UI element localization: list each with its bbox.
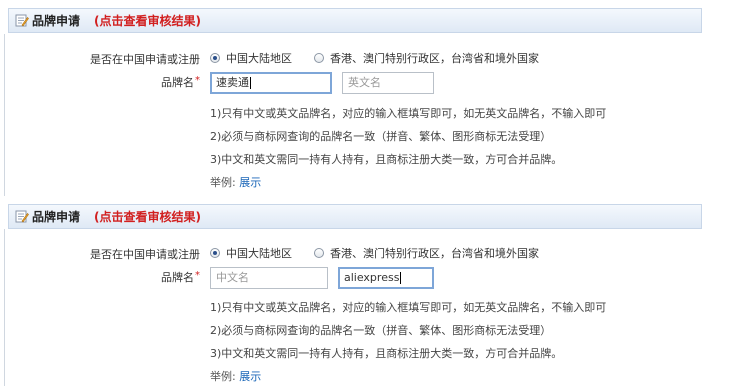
note-3: 3)中文和英文需同一持有人持有，且商标注册大类一致，方可合并品牌。 [210, 153, 563, 166]
radio-mainland-label: 中国大陆地区 [226, 52, 292, 65]
english-brand-input[interactable]: aliexpress [338, 267, 434, 289]
edit-document-icon [15, 14, 29, 27]
example-row: 举例: 展示 [210, 368, 261, 384]
radio-mainland-china[interactable] [210, 248, 220, 258]
chinese-brand-input[interactable]: 速卖通 [210, 72, 332, 94]
example-show-link[interactable]: 展示 [239, 176, 261, 189]
chinese-brand-value: 速卖通 [216, 76, 249, 89]
text-caret [250, 77, 251, 89]
english-brand-input[interactable]: 英文名 [342, 72, 434, 94]
brand-name-label: 品牌名* [60, 74, 200, 90]
chinese-brand-placeholder: 中文名 [216, 271, 249, 284]
example-label: 举例: [210, 176, 236, 189]
region-label: 是否在中国申请或注册 [90, 53, 200, 66]
brand-name-label-text: 品牌名 [161, 76, 194, 89]
radio-mainland-label: 中国大陆地区 [226, 247, 292, 260]
note-3: 3)中文和英文需同一持有人持有，且商标注册大类一致，方可合并品牌。 [210, 347, 563, 360]
radio-mainland-china[interactable] [210, 53, 220, 63]
panel-header: 品牌申请 (点击查看审核结果) [8, 204, 702, 229]
english-brand-placeholder: 英文名 [348, 76, 381, 89]
region-radio-group: 中国大陆地区 香港、澳门特别行政区，台湾省和境外国家 [210, 50, 561, 66]
panel-header: 品牌申请 (点击查看审核结果) [8, 8, 702, 33]
english-brand-value: aliexpress [344, 271, 400, 284]
brand-name-label-text: 品牌名 [161, 271, 194, 284]
panel-left-border [4, 229, 5, 386]
note-1: 1)只有中文或英文品牌名，对应的输入框填写即可，如无英文品牌名，不输入即可 [210, 301, 607, 314]
header-title: 品牌申请 [32, 210, 81, 224]
text-caret [400, 272, 402, 284]
example-show-link[interactable]: 展示 [239, 370, 261, 383]
chinese-brand-input[interactable]: 中文名 [210, 267, 328, 289]
radio-overseas-label: 香港、澳门特别行政区，台湾省和境外国家 [330, 247, 539, 260]
radio-overseas[interactable] [314, 248, 324, 258]
view-review-result-link[interactable]: (点击查看审核结果) [94, 208, 201, 225]
brand-name-label: 品牌名* [60, 269, 200, 285]
example-row: 举例: 展示 [210, 174, 261, 190]
radio-overseas-label: 香港、澳门特别行政区，台湾省和境外国家 [330, 52, 539, 65]
note-1: 1)只有中文或英文品牌名，对应的输入框填写即可，如无英文品牌名，不输入即可 [210, 107, 607, 120]
required-mark: * [195, 270, 200, 281]
header-title: 品牌申请 [32, 14, 81, 28]
note-2: 2)必须与商标网查询的品牌名一致（拼音、繁体、图形商标无法受理） [210, 130, 552, 143]
note-2: 2)必须与商标网查询的品牌名一致（拼音、繁体、图形商标无法受理） [210, 324, 552, 337]
brand-application-panel-2: 品牌申请 (点击查看审核结果) 是否在中国申请或注册 中国大陆地区 香港、澳门特… [0, 196, 750, 386]
required-mark: * [195, 75, 200, 86]
panel-left-border [4, 34, 5, 196]
region-radio-group: 中国大陆地区 香港、澳门特别行政区，台湾省和境外国家 [210, 245, 561, 261]
view-review-result-link[interactable]: (点击查看审核结果) [94, 12, 201, 29]
radio-overseas[interactable] [314, 53, 324, 63]
edit-document-icon [15, 210, 29, 223]
region-label: 是否在中国申请或注册 [90, 248, 200, 261]
example-label: 举例: [210, 370, 236, 383]
brand-application-panel-1: 品牌申请 (点击查看审核结果) 是否在中国申请或注册 中国大陆地区 香港、澳门特… [0, 0, 750, 196]
